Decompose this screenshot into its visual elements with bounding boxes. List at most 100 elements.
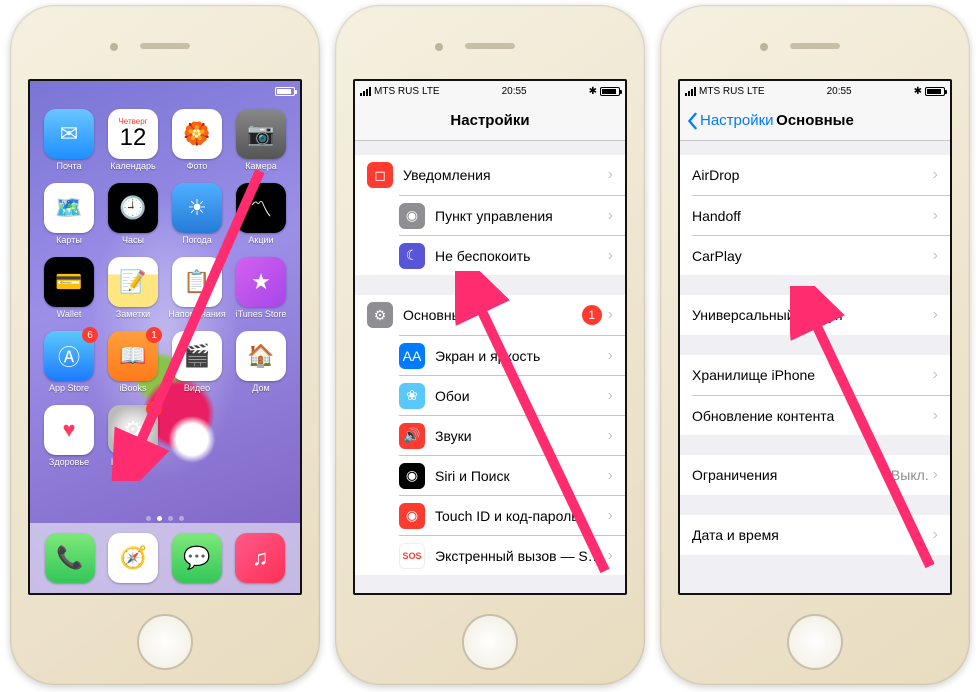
nav-title: Настройки bbox=[450, 112, 529, 129]
row-label: AirDrop bbox=[692, 167, 933, 183]
messages-icon: 💬 bbox=[172, 533, 222, 583]
app-label: Wallet bbox=[57, 309, 82, 319]
phone-icon: 📞 bbox=[45, 533, 95, 583]
settings-list[interactable]: ◻︎Уведомления› ◉Пункт управления› ☾Не бе… bbox=[355, 141, 625, 593]
home-button[interactable] bbox=[787, 614, 843, 670]
chevron-right-icon: › bbox=[933, 366, 938, 384]
row-label: CarPlay bbox=[692, 248, 933, 264]
app-calendar[interactable]: Четверг12Календарь bbox=[102, 109, 164, 181]
camera-icon: 📷 bbox=[236, 109, 286, 159]
row-dnd[interactable]: ☾Не беспокоить› bbox=[399, 235, 625, 275]
sounds-icon: 🔊 bbox=[399, 423, 425, 449]
app-camera[interactable]: 📷Камера bbox=[230, 109, 292, 181]
display-icon: AA bbox=[399, 343, 425, 369]
app-clock[interactable]: 🕘Часы bbox=[102, 183, 164, 255]
app-video[interactable]: 🎬 Видео bbox=[166, 331, 228, 403]
settings-screen: MTS RUS LTE 20:55 ✱ Настройки ◻︎Уведомле… bbox=[353, 79, 627, 595]
app-stocks[interactable]: 〽︎ Акции bbox=[230, 183, 292, 255]
app-settings[interactable]: ⚙︎1Настройки bbox=[102, 405, 164, 477]
row-carplay[interactable]: CarPlay› bbox=[692, 235, 950, 275]
app-home[interactable]: 🏠 Дом bbox=[230, 331, 292, 403]
dock-phone[interactable]: 📞 bbox=[45, 533, 95, 583]
app-maps[interactable]: 🗺️Карты bbox=[38, 183, 100, 255]
row-notifications[interactable]: ◻︎Уведомления› bbox=[355, 155, 625, 195]
app-label: Фото bbox=[187, 161, 208, 171]
dock-music[interactable]: ♫ bbox=[235, 533, 285, 583]
app-label: App Store bbox=[49, 383, 89, 393]
app-label: Дом bbox=[252, 383, 269, 393]
row-restrictions[interactable]: ОграниченияВыкл.› bbox=[680, 455, 950, 495]
home-button[interactable] bbox=[137, 614, 193, 670]
row-control-center[interactable]: ◉Пункт управления› bbox=[399, 195, 625, 235]
app-notes[interactable]: 📝Заметки bbox=[102, 257, 164, 329]
chevron-right-icon: › bbox=[933, 526, 938, 544]
app-appstore[interactable]: Ⓐ6App Store bbox=[38, 331, 100, 403]
chevron-right-icon: › bbox=[608, 507, 613, 525]
home-icon: 🏠 bbox=[236, 331, 286, 381]
app-weather[interactable]: ☀︎Погода bbox=[166, 183, 228, 255]
row-siri[interactable]: ◉Siri и Поиск› bbox=[399, 455, 625, 495]
mail-icon: ✉︎ bbox=[44, 109, 94, 159]
row-label: Звуки bbox=[435, 428, 608, 444]
row-background-refresh[interactable]: Обновление контента› bbox=[692, 395, 950, 435]
row-storage[interactable]: Хранилище iPhone› bbox=[680, 355, 950, 395]
dock: 📞 🧭 💬 ♫ bbox=[30, 523, 300, 593]
app-label: Напоминания bbox=[168, 309, 225, 319]
home-button[interactable] bbox=[462, 614, 518, 670]
row-display[interactable]: AAЭкран и яркость› bbox=[399, 335, 625, 375]
row-accessibility[interactable]: Универсальный доступ› bbox=[680, 295, 950, 335]
dock-messages[interactable]: 💬 bbox=[172, 533, 222, 583]
phone-general: MTS RUS LTE 20:55 ✱ Настройки Основные A… bbox=[660, 5, 970, 685]
general-list[interactable]: AirDrop› Handoff› CarPlay› Универсальный… bbox=[680, 141, 950, 593]
dock-safari[interactable]: 🧭 bbox=[108, 533, 158, 583]
battery-icon bbox=[275, 87, 295, 96]
chevron-right-icon: › bbox=[608, 387, 613, 405]
phone-speaker bbox=[790, 43, 840, 49]
app-reminders[interactable]: 📋Напоминания bbox=[166, 257, 228, 329]
phone-camera-dot bbox=[760, 43, 768, 51]
chevron-right-icon: › bbox=[933, 247, 938, 265]
row-value: Выкл. bbox=[891, 467, 929, 483]
general-icon: ⚙︎ bbox=[367, 302, 393, 328]
row-label: Siri и Поиск bbox=[435, 468, 608, 484]
health-icon: ♥︎ bbox=[44, 405, 94, 455]
stocks-icon: 〽︎ bbox=[236, 183, 286, 233]
app-mail[interactable]: ✉︎Почта bbox=[38, 109, 100, 181]
row-airdrop[interactable]: AirDrop› bbox=[680, 155, 950, 195]
photos-icon: 🏵️ bbox=[172, 109, 222, 159]
app-wallet[interactable]: 💳Wallet bbox=[38, 257, 100, 329]
nav-title: Основные bbox=[776, 112, 854, 129]
app-label: iBooks bbox=[119, 383, 146, 393]
row-label: Экстренный вызов — SOS bbox=[435, 548, 608, 564]
safari-icon: 🧭 bbox=[108, 533, 158, 583]
nav-bar: Настройки Основные bbox=[680, 101, 950, 141]
row-handoff[interactable]: Handoff› bbox=[692, 195, 950, 235]
phone-camera-dot bbox=[110, 43, 118, 51]
app-label: Акции bbox=[248, 235, 273, 245]
app-label: Здоровье bbox=[49, 457, 89, 467]
row-label: Ограничения bbox=[692, 467, 891, 483]
app-label: Видео bbox=[184, 383, 210, 393]
chevron-right-icon: › bbox=[608, 347, 613, 365]
app-itunes[interactable]: ★iTunes Store bbox=[230, 257, 292, 329]
row-general[interactable]: ⚙︎Основные1› bbox=[355, 295, 625, 335]
row-sounds[interactable]: 🔊Звуки› bbox=[399, 415, 625, 455]
app-health[interactable]: ♥︎ Здоровье bbox=[38, 405, 100, 477]
back-button[interactable]: Настройки bbox=[686, 112, 774, 130]
nav-bar: Настройки bbox=[355, 101, 625, 141]
row-wallpaper[interactable]: ❀Обои› bbox=[399, 375, 625, 415]
home-screen: MTS RUS LTE 20:55 ✱ ✉︎Почта Четверг12Кал… bbox=[28, 79, 302, 595]
chevron-right-icon: › bbox=[933, 207, 938, 225]
row-label: Универсальный доступ bbox=[692, 307, 933, 323]
badge: 6 bbox=[82, 327, 98, 343]
row-datetime[interactable]: Дата и время› bbox=[680, 515, 950, 555]
row-touchid[interactable]: ◉Touch ID и код-пароль› bbox=[399, 495, 625, 535]
row-sos[interactable]: SOSЭкстренный вызов — SOS› bbox=[399, 535, 625, 575]
app-label: Часы bbox=[122, 235, 144, 245]
app-photos[interactable]: 🏵️ Фото bbox=[166, 109, 228, 181]
video-icon: 🎬 bbox=[172, 331, 222, 381]
row-label: Хранилище iPhone bbox=[692, 367, 933, 383]
app-ibooks[interactable]: 📖1iBooks bbox=[102, 331, 164, 403]
signal-icon bbox=[685, 87, 696, 96]
chevron-right-icon: › bbox=[608, 166, 613, 184]
